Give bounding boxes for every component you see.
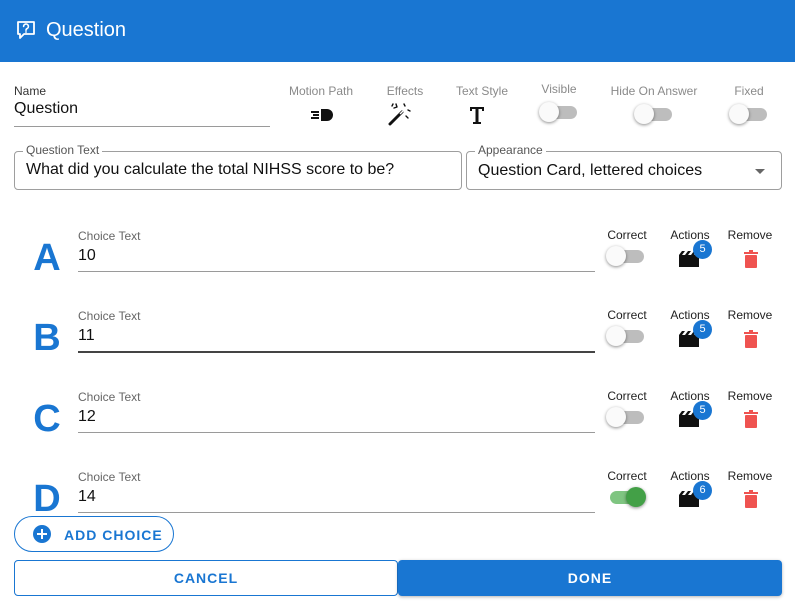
- choice-input-underline: [78, 351, 595, 353]
- correct-toggle-thumb: [626, 487, 646, 507]
- choice-input-underline: [78, 512, 595, 513]
- correct-toggle-thumb: [606, 246, 626, 266]
- choice-text-label: Choice Text: [78, 390, 141, 404]
- choice-text-input[interactable]: 11: [78, 327, 95, 345]
- hide-on-answer-label: Hide On Answer: [610, 84, 698, 98]
- choice-letter-a: A: [33, 237, 61, 279]
- choice-letter-b: B: [33, 317, 61, 359]
- add-circle-icon: [33, 525, 51, 543]
- effects-label: Effects: [386, 84, 424, 98]
- choice-input-underline: [78, 432, 595, 433]
- cancel-button[interactable]: CANCEL: [14, 560, 398, 596]
- add-choice-button[interactable]: ADD CHOICE: [14, 516, 174, 552]
- fixed-toggle-thumb: [729, 104, 749, 124]
- correct-toggle[interactable]: [606, 325, 646, 347]
- choice-text-input[interactable]: 14: [78, 488, 96, 506]
- dialog-title-bar: Question: [0, 0, 795, 62]
- trash-icon[interactable]: [743, 250, 759, 268]
- trash-icon[interactable]: [743, 330, 759, 348]
- question-text-input[interactable]: What did you calculate the total NIHSS s…: [26, 161, 394, 179]
- actions-column-label: Actions: [670, 469, 710, 483]
- name-input-underline: [14, 126, 270, 127]
- correct-column-label: Correct: [607, 308, 647, 322]
- choice-input-underline: [78, 271, 595, 272]
- correct-toggle-thumb: [606, 407, 626, 427]
- choice-text-label: Choice Text: [78, 309, 141, 323]
- correct-column-label: Correct: [607, 389, 647, 403]
- correct-column-label: Correct: [607, 228, 647, 242]
- actions-column-label: Actions: [670, 308, 710, 322]
- name-label: Name: [14, 84, 47, 98]
- text-style-icon[interactable]: [463, 103, 491, 127]
- hide-on-answer-toggle[interactable]: [634, 103, 674, 125]
- motion-path-icon[interactable]: [307, 103, 335, 127]
- question-text-label: Question Text: [23, 143, 103, 157]
- text-style-label: Text Style: [455, 84, 509, 98]
- visible-toggle[interactable]: [539, 101, 579, 123]
- question-text-field[interactable]: Question Text What did you calculate the…: [14, 143, 462, 190]
- dialog-title: Question: [46, 19, 127, 41]
- correct-toggle[interactable]: [606, 486, 646, 508]
- remove-column-label: Remove: [727, 389, 773, 403]
- hide-on-answer-toggle-thumb: [634, 104, 654, 124]
- choice-text-label: Choice Text: [78, 470, 141, 484]
- trash-icon[interactable]: [743, 410, 759, 428]
- question-bubble-icon: [17, 21, 35, 39]
- choice-letter-d: D: [33, 478, 61, 520]
- done-button[interactable]: DONE: [398, 560, 782, 596]
- actions-count-badge: 5: [693, 401, 712, 420]
- choice-letter-c: C: [33, 398, 61, 440]
- trash-icon[interactable]: [743, 490, 759, 508]
- remove-column-label: Remove: [727, 228, 773, 242]
- correct-column-label: Correct: [607, 469, 647, 483]
- dropdown-arrow-icon[interactable]: [755, 169, 765, 174]
- visible-label: Visible: [541, 82, 577, 96]
- fixed-label: Fixed: [734, 84, 764, 98]
- correct-toggle[interactable]: [606, 245, 646, 267]
- actions-column-label: Actions: [670, 228, 710, 242]
- actions-column-label: Actions: [670, 389, 710, 403]
- choice-text-label: Choice Text: [78, 229, 141, 243]
- choice-text-input[interactable]: 12: [78, 408, 96, 426]
- actions-count-badge: 6: [693, 481, 712, 500]
- correct-toggle-thumb: [606, 326, 626, 346]
- motion-path-label: Motion Path: [288, 84, 354, 98]
- add-choice-label: ADD CHOICE: [64, 527, 163, 543]
- appearance-select[interactable]: Appearance Question Card, lettered choic…: [466, 143, 782, 190]
- appearance-label: Appearance: [475, 143, 546, 157]
- appearance-value: Question Card, lettered choices: [478, 162, 703, 179]
- actions-count-badge: 5: [693, 320, 712, 339]
- fixed-toggle[interactable]: [729, 103, 769, 125]
- name-input[interactable]: Question: [14, 100, 78, 118]
- visible-toggle-thumb: [539, 102, 559, 122]
- remove-column-label: Remove: [727, 469, 773, 483]
- choice-text-input[interactable]: 10: [78, 247, 96, 265]
- correct-toggle[interactable]: [606, 406, 646, 428]
- remove-column-label: Remove: [727, 308, 773, 322]
- actions-count-badge: 5: [693, 240, 712, 259]
- magic-wand-icon[interactable]: [386, 102, 414, 126]
